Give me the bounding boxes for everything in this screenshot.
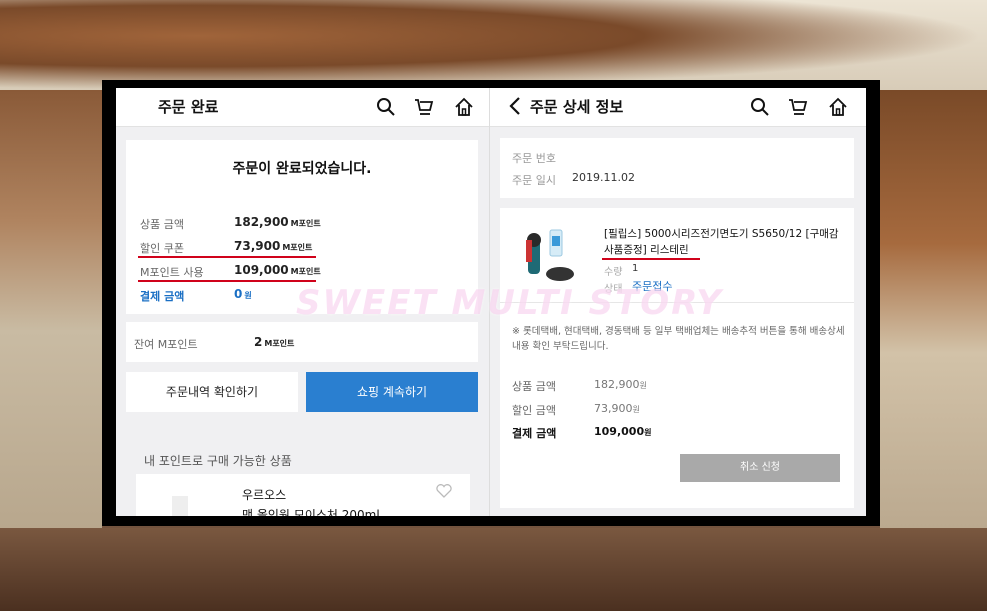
product-title[interactable]: [필립스] 5000시리즈전기면도기 S5650/12 [구매감사품증정] 리스…	[604, 226, 840, 258]
summary-discount-value: 73,900원	[594, 402, 640, 415]
home-icon[interactable]	[454, 97, 474, 117]
product-brand: 우르오스	[242, 488, 287, 502]
product-thumbnail	[172, 496, 188, 516]
quantity-label: 수량	[604, 267, 623, 278]
complete-message: 주문이 완료되었습니다.	[232, 161, 372, 177]
summary-payment-value: 109,000원	[594, 425, 652, 438]
coupon-value: 73,900 M포인트	[234, 239, 313, 253]
top-bar: 주문 완료	[116, 88, 489, 127]
page-title: 주문 완료	[158, 98, 219, 116]
balance-label: 잔여 M포인트	[134, 338, 198, 351]
order-info-card: 주문 번호 주문 일시 2019.11.02	[500, 138, 854, 198]
price-label: 상품 금액	[140, 218, 184, 231]
background-left	[0, 90, 102, 528]
recommend-product-card[interactable]: 우르오스 맨 올인원 모이스처 200ml	[136, 474, 470, 516]
coupon-label: 할인 쿠폰	[140, 242, 184, 255]
home-icon[interactable]	[828, 97, 848, 117]
search-icon[interactable]	[376, 97, 396, 117]
summary-price-value: 182,900원	[594, 378, 647, 391]
highlight-underline	[138, 280, 316, 282]
balance-value: 2 M포인트	[254, 335, 295, 349]
search-icon[interactable]	[750, 97, 770, 117]
payment-label: 결제 금액	[140, 290, 185, 303]
back-icon[interactable]	[506, 96, 526, 116]
cart-icon[interactable]	[414, 97, 434, 117]
order-date-value: 2019.11.02	[572, 171, 635, 184]
order-date-label: 주문 일시	[512, 174, 556, 187]
highlight-underline	[138, 256, 316, 258]
price-value: 182,900 M포인트	[234, 215, 321, 229]
delivery-notice: ※ 롯데택배, 현대택배, 경동택배 등 일부 택배업체는 배송추적 버튼을 통…	[512, 326, 845, 352]
background-top	[0, 0, 987, 90]
balance-card: 잔여 M포인트 2 M포인트	[126, 322, 478, 362]
top-bar: 주문 상세 정보	[490, 88, 866, 127]
background-bottom	[0, 528, 987, 611]
cancel-order-button[interactable]: 취소 신청	[680, 454, 840, 482]
product-detail-card: [필립스] 5000시리즈전기면도기 S5650/12 [구매감사품증정] 리스…	[500, 208, 854, 508]
payment-value: 0원	[234, 287, 252, 301]
summary-price-label: 상품 금액	[512, 380, 556, 393]
heart-icon[interactable]	[436, 484, 452, 498]
background-right	[880, 90, 987, 528]
product-name: 맨 올인원 모이스처 200ml	[242, 508, 380, 516]
page-title: 주문 상세 정보	[530, 98, 624, 116]
points-used-value: 109,000 M포인트	[234, 263, 321, 277]
recommend-title: 내 포인트로 구매 가능한 상품	[144, 454, 292, 468]
cart-icon[interactable]	[788, 97, 808, 117]
summary-payment-label: 결제 금액	[512, 427, 557, 440]
order-history-button[interactable]: 주문내역 확인하기	[126, 372, 298, 412]
points-used-label: M포인트 사용	[140, 266, 204, 279]
order-number-label: 주문 번호	[512, 152, 556, 165]
summary-discount-label: 할인 금액	[512, 404, 556, 417]
watermark: SWEET MULTI STORY	[296, 283, 723, 323]
quantity-value: 1	[632, 263, 639, 274]
product-image	[526, 229, 574, 281]
highlight-underline	[602, 258, 700, 260]
continue-shopping-button[interactable]: 쇼핑 계속하기	[306, 372, 478, 412]
